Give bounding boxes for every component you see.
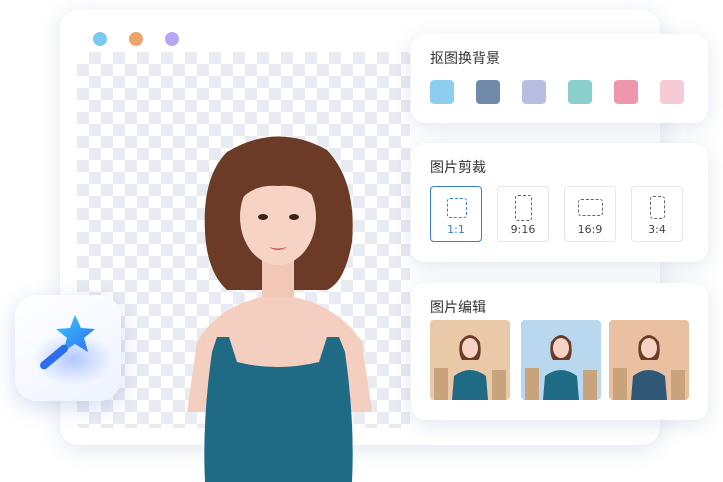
swatch-sky-blue[interactable] — [430, 80, 454, 104]
swatch-pink[interactable] — [614, 80, 638, 104]
ratio-3-4-button[interactable]: 3:4 — [631, 186, 683, 242]
magic-wand-button[interactable] — [15, 295, 121, 401]
portrait-frame-icon — [650, 196, 665, 219]
window-dot-orange[interactable] — [129, 32, 143, 46]
landscape-frame-icon — [578, 199, 603, 216]
magic-wand-icon — [33, 315, 113, 385]
background-replace-panel: 抠图换背景 — [411, 34, 708, 123]
crop-panel-title: 图片剪裁 — [430, 160, 486, 176]
ratio-1-1-label: 1:1 — [447, 223, 465, 236]
edit-panel-title: 图片编辑 — [430, 300, 486, 316]
square-frame-icon — [447, 198, 467, 218]
edit-thumbnail[interactable] — [521, 320, 601, 400]
swatch-light-pink[interactable] — [660, 80, 684, 104]
background-panel-title: 抠图换背景 — [430, 51, 500, 67]
portrait-subject — [187, 136, 372, 482]
edit-thumbnail[interactable] — [609, 320, 689, 400]
swatch-teal[interactable] — [568, 80, 592, 104]
thumbnail-portrait — [525, 335, 597, 400]
window-dot-blue[interactable] — [93, 32, 107, 46]
thumbnail-portrait — [434, 335, 506, 400]
edit-thumbnail[interactable] — [430, 320, 510, 400]
swatch-slate-blue[interactable] — [476, 80, 500, 104]
image-edit-panel: 图片编辑 — [411, 283, 708, 420]
ratio-16-9-label: 16:9 — [577, 223, 603, 236]
ratio-9-16-button[interactable]: 9:16 — [497, 186, 549, 242]
swatch-lavender[interactable] — [522, 80, 546, 104]
ratio-1-1-button[interactable]: 1:1 — [430, 186, 482, 242]
crop-panel: 图片剪裁 1:1 9:16 16:9 3:4 — [411, 143, 708, 262]
ratio-9-16-label: 9:16 — [510, 223, 536, 236]
thumbnail-portrait — [613, 335, 685, 400]
ratio-3-4-label: 3:4 — [648, 223, 666, 236]
ratio-16-9-button[interactable]: 16:9 — [564, 186, 616, 242]
window-dot-purple[interactable] — [165, 32, 179, 46]
portrait-frame-icon — [515, 195, 532, 221]
image-canvas[interactable] — [77, 52, 410, 482]
